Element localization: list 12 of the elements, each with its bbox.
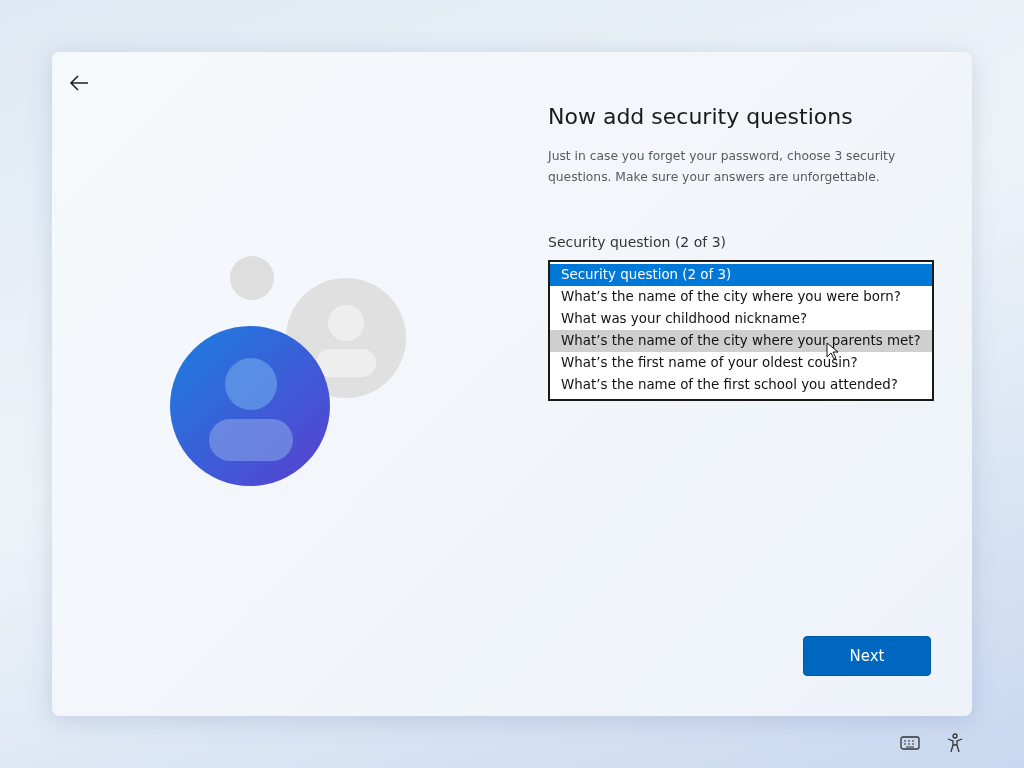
description-text: Just in case you forget your password, choose 3 security questions. Make sure your answers are unforgettable. — [548, 148, 897, 187]
dropdown-option[interactable]: What’s the name of the city where you were born? — [550, 286, 932, 309]
dropdown-option[interactable]: Security question (2 of 3) — [550, 264, 932, 287]
dropdown-option[interactable]: What’s the name of the first school you attended? — [550, 374, 932, 397]
dropdown-option[interactable]: What’s the name of the city where your parents met? — [550, 330, 932, 353]
page-title: Now add security questions — [548, 104, 854, 131]
field-label: Security question (2 of 3) — [548, 233, 727, 253]
dropdown-option[interactable]: What was your childhood nickname? — [550, 308, 932, 331]
next-button[interactable]: Next — [803, 636, 931, 676]
dropdown-option[interactable]: What’s the first name of your oldest cousin? — [550, 352, 932, 375]
accessibility-icon[interactable] — [946, 730, 964, 754]
question-dropdown-list[interactable] — [548, 260, 934, 402]
